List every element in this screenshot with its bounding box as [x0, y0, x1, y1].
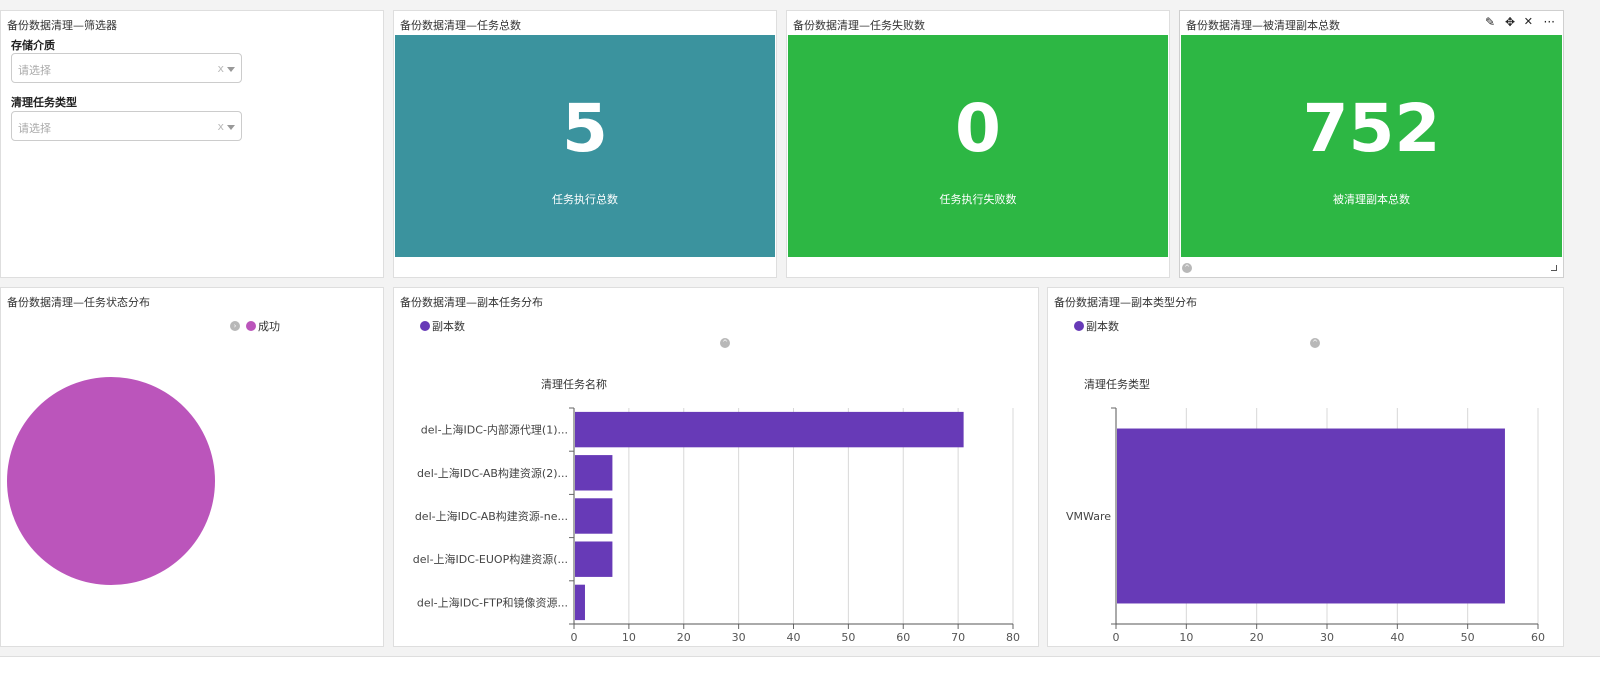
x-tick-label: 0 — [1113, 631, 1120, 644]
panel-title: 备份数据清理—副本任务分布 — [400, 296, 543, 309]
bar — [575, 498, 613, 534]
y-tick-label: del-上海IDC-AB构建资源(2)... — [417, 466, 568, 480]
chevron-down-icon[interactable] — [227, 125, 235, 130]
storage-select[interactable]: 请选择 x — [11, 53, 242, 83]
x-tick-label: 60 — [1531, 631, 1545, 644]
y-tick-label: del-上海IDC-FTP和镜像资源... — [417, 595, 568, 609]
collapse-icon[interactable]: ^ — [1182, 263, 1192, 273]
chevron-down-icon[interactable] — [227, 67, 235, 72]
x-tick-label: 50 — [1461, 631, 1475, 644]
pencil-icon[interactable]: ✎ — [1485, 15, 1495, 29]
task-type-label: 清理任务类型 — [11, 96, 77, 109]
x-tick-label: 10 — [622, 631, 636, 644]
x-tick-label: 30 — [732, 631, 746, 644]
kpi-panel-failed: 备份数据清理—任务失败数 0 任务执行失败数 — [786, 10, 1170, 278]
y-tick-label: del-上海IDC-内部源代理(1)... — [421, 423, 568, 437]
kpi-tile: 752 被清理副本总数 — [1181, 35, 1562, 257]
y-tick-label: del-上海IDC-EUOP构建资源(... — [413, 552, 568, 566]
y-tick-label: del-上海IDC-AB构建资源-ne... — [415, 509, 568, 523]
move-icon[interactable]: ✥ — [1505, 15, 1515, 29]
x-tick-label: 70 — [951, 631, 965, 644]
panel-title: 备份数据清理—任务总数 — [400, 19, 521, 32]
x-tick-label: 30 — [1320, 631, 1334, 644]
collapse-icon[interactable]: ^ — [1310, 338, 1320, 348]
pie-slice — [7, 377, 215, 585]
type-bar-chart: 清理任务类型 0 10 20 30 40 50 60 VMWare — [1066, 377, 1545, 644]
x-tick-label: 10 — [1179, 631, 1193, 644]
x-tick-label: 60 — [896, 631, 910, 644]
axis-title: 清理任务类型 — [1084, 377, 1150, 391]
bar — [575, 584, 585, 621]
kpi-tile: 0 任务执行失败数 — [788, 35, 1168, 257]
bar — [575, 541, 613, 577]
task-type-select[interactable]: 请选择 x — [11, 111, 242, 141]
kpi-value: 5 — [562, 90, 608, 167]
bar — [575, 455, 613, 491]
panel-title: 备份数据清理—任务失败数 — [793, 19, 925, 32]
legend-swatch — [420, 321, 430, 331]
kpi-panel-copies: 备份数据清理—被清理副本总数 ✎ ✥ ✕ ··· 752 被清理副本总数 ^ — [1179, 10, 1564, 278]
kpi-value: 0 — [955, 90, 1001, 167]
kpi-caption: 任务执行失败数 — [939, 193, 1017, 206]
kpi-caption: 任务执行总数 — [552, 193, 618, 206]
kpi-panel-total: 备份数据清理—任务总数 5 任务执行总数 — [393, 10, 777, 278]
panel-title: 备份数据清理—筛选器 — [7, 19, 117, 32]
axis-title: 清理任务名称 — [541, 377, 607, 391]
storage-placeholder: 请选择 — [18, 64, 51, 77]
bar — [575, 411, 964, 448]
x-tick-label: 0 — [571, 631, 578, 644]
panel-title: 备份数据清理—任务状态分布 — [7, 296, 150, 309]
clear-icon[interactable]: x — [217, 62, 224, 75]
filter-panel: 备份数据清理—筛选器 存储介质 请选择 x 清理任务类型 请选择 x — [0, 10, 384, 278]
kpi-tile: 5 任务执行总数 — [395, 35, 775, 257]
legend-swatch — [1074, 321, 1084, 331]
bar — [1117, 428, 1505, 604]
x-tick-label: 20 — [677, 631, 691, 644]
pie-chart — [7, 377, 215, 585]
resize-handle-icon[interactable] — [1551, 265, 1557, 271]
panel-title: 备份数据清理—副本类型分布 — [1054, 296, 1197, 309]
storage-label: 存储介质 — [11, 39, 55, 52]
task-type-placeholder: 请选择 — [18, 122, 51, 135]
bar-chart: 清理任务名称 0 10 20 30 40 50 60 70 80 del-上海IDC-内部源代理(1… — [413, 377, 1020, 644]
kpi-value: 752 — [1302, 90, 1441, 167]
kpi-caption: 被清理副本总数 — [1333, 193, 1410, 206]
panel-title: 备份数据清理—被清理副本总数 — [1186, 19, 1340, 32]
bottom-divider — [0, 656, 1600, 673]
y-tick-label: VMWare — [1066, 510, 1111, 523]
legend-label: 副本数 — [432, 320, 465, 333]
x-tick-label: 20 — [1250, 631, 1264, 644]
collapse-icon[interactable]: ^ — [720, 338, 730, 348]
x-tick-label: 50 — [841, 631, 855, 644]
close-icon[interactable]: ✕ — [1524, 15, 1533, 29]
legend-label: 副本数 — [1086, 320, 1119, 333]
pie-panel: 备份数据清理—任务状态分布 › 成功 — [0, 287, 384, 647]
x-tick-label: 80 — [1006, 631, 1020, 644]
chart-legend[interactable]: 副本数 — [420, 318, 465, 334]
x-tick-label: 40 — [1390, 631, 1404, 644]
bar-panel: 备份数据清理—副本任务分布 副本数 ^ 清理任务名称 0 10 20 30 40 50 60 7… — [393, 287, 1039, 647]
chart-legend[interactable]: 副本数 — [1074, 318, 1119, 334]
more-icon[interactable]: ··· — [1544, 15, 1555, 29]
x-tick-label: 40 — [787, 631, 801, 644]
clear-icon[interactable]: x — [217, 120, 224, 133]
type-panel: 备份数据清理—副本类型分布 副本数 ^ 清理任务类型 0 10 20 30 40 50 60 V… — [1047, 287, 1564, 647]
